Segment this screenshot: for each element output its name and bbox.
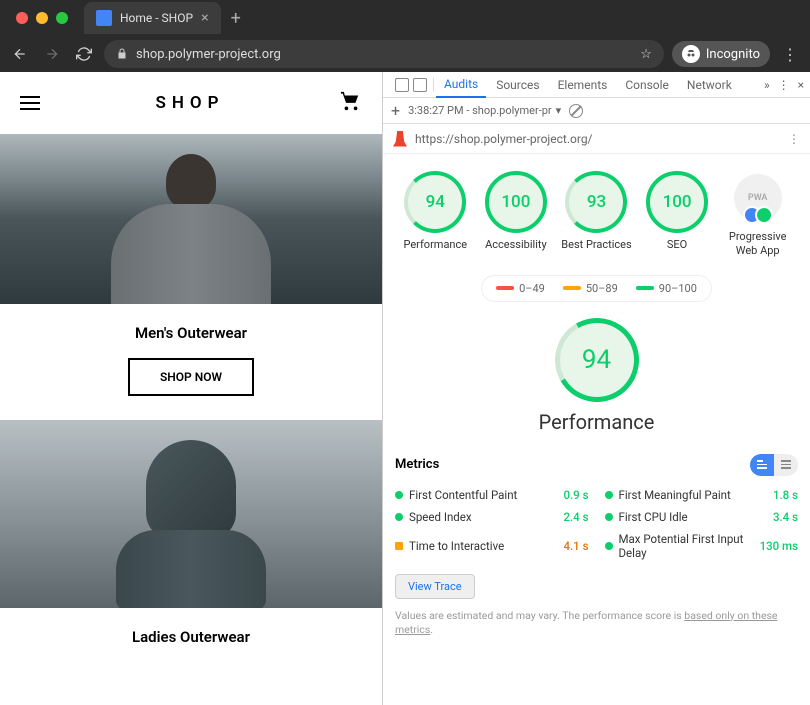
audit-url: https://shop.polymer-project.org/ (415, 132, 593, 146)
metrics-grid: First Contentful Paint0.9 s First Meanin… (395, 488, 798, 560)
category-title-mens: Men's Outerwear (0, 324, 382, 342)
audit-menu-button[interactable]: ⋮ (788, 132, 800, 146)
metric-tti: Time to Interactive4.1 s (395, 532, 589, 560)
lock-icon (116, 48, 128, 60)
score-row: 94 Performance 100 Accessibility 93 Best… (395, 174, 798, 259)
score-circle: 100 (488, 174, 544, 230)
metrics-view-toggle (750, 454, 798, 476)
score-circle: 94 (407, 174, 463, 230)
tab-strip: Home - SHOP × + (0, 0, 810, 36)
window-controls (8, 12, 76, 24)
devtools-tabbar: Audits Sources Elements Console Network … (383, 72, 810, 98)
tab-close-button[interactable]: × (201, 10, 208, 26)
view-toggle-expanded[interactable] (774, 454, 798, 476)
score-circle: 93 (568, 174, 624, 230)
audit-urlbar: https://shop.polymer-project.org/ ⋮ (383, 124, 810, 154)
score-label: Best Practices (556, 238, 637, 252)
cart-button[interactable] (340, 90, 362, 116)
category-title-ladies: Ladies Outerwear (0, 628, 382, 646)
new-audit-button[interactable]: + (391, 101, 400, 120)
forward-button[interactable] (40, 42, 64, 66)
score-best-practices[interactable]: 93 Best Practices (556, 174, 637, 259)
tab-elements[interactable]: Elements (550, 73, 616, 97)
reload-button[interactable] (72, 42, 96, 66)
content-area: SHOP Men's Outerwear SHOP NOW Ladies Out… (0, 72, 810, 705)
address-bar[interactable]: shop.polymer-project.org ☆ (104, 40, 664, 68)
score-seo[interactable]: 100 SEO (637, 174, 718, 259)
incognito-label: Incognito (706, 47, 760, 62)
audit-timestamp: 3:38:27 PM - shop.polymer-pr (408, 104, 552, 117)
shop-logo[interactable]: SHOP (155, 93, 224, 113)
devtools-tab-overflow: » ⋮ × (764, 78, 804, 92)
metric-cpu-idle: First CPU Idle3.4 s (605, 510, 799, 524)
window-minimize-button[interactable] (36, 12, 48, 24)
tab-console[interactable]: Console (617, 73, 677, 97)
hero-image-ladies[interactable] (0, 420, 382, 608)
browser-chrome: Home - SHOP × + shop.polymer-project.org… (0, 0, 810, 72)
score-label: Accessibility (476, 238, 557, 252)
metrics-title: Metrics (395, 457, 439, 472)
score-legend: 0–49 50–89 90–100 (481, 275, 712, 302)
window-close-button[interactable] (16, 12, 28, 24)
chevron-down-icon: ▾ (556, 104, 562, 117)
metric-fcp: First Contentful Paint0.9 s (395, 488, 589, 502)
shop-header: SHOP (0, 72, 382, 134)
hero-image-mens[interactable] (0, 134, 382, 304)
more-tabs-button[interactable]: » (764, 78, 770, 92)
pwa-badge: PWA (734, 174, 782, 222)
metrics-disclaimer: Values are estimated and may vary. The p… (395, 609, 798, 638)
hamburger-menu-button[interactable] (20, 92, 40, 114)
favicon (96, 10, 112, 26)
cart-icon (340, 90, 362, 112)
view-trace-button[interactable]: View Trace (395, 574, 475, 599)
address-url: shop.polymer-project.org (136, 47, 281, 62)
incognito-icon (682, 45, 700, 63)
tab-audits[interactable]: Audits (436, 72, 486, 98)
score-label: Performance (395, 238, 476, 252)
devtools-panel: Audits Sources Elements Console Network … (382, 72, 810, 705)
score-circle: 100 (649, 174, 705, 230)
clear-audits-button[interactable] (569, 104, 583, 118)
browser-toolbar: shop.polymer-project.org ☆ Incognito ⋮ (0, 36, 810, 72)
new-tab-button[interactable]: + (231, 8, 241, 29)
score-pwa[interactable]: PWA Progressive Web App (717, 174, 798, 259)
audit-report[interactable]: 94 Performance 100 Accessibility 93 Best… (383, 154, 810, 705)
lighthouse-icon (393, 131, 407, 147)
score-performance[interactable]: 94 Performance (395, 174, 476, 259)
score-label: SEO (637, 238, 718, 252)
window-maximize-button[interactable] (56, 12, 68, 24)
metric-fmp: First Meaningful Paint1.8 s (605, 488, 799, 502)
devtools-settings-button[interactable]: ⋮ (778, 78, 790, 92)
device-toolbar (389, 78, 434, 92)
legend-item: 50–89 (563, 282, 618, 295)
metric-speed-index: Speed Index2.4 s (395, 510, 589, 524)
view-toggle-compact[interactable] (750, 454, 774, 476)
legend-item: 90–100 (636, 282, 697, 295)
score-label: Progressive Web App (717, 230, 798, 259)
legend-item: 0–49 (496, 282, 545, 295)
browser-menu-button[interactable]: ⋮ (778, 42, 802, 66)
shop-now-button-mens[interactable]: SHOP NOW (128, 358, 254, 396)
devtools-close-button[interactable]: × (798, 78, 804, 92)
performance-section: 94 Performance (395, 322, 798, 434)
audit-report-dropdown[interactable]: 3:38:27 PM - shop.polymer-pr ▾ (408, 104, 561, 117)
tab-title: Home - SHOP (120, 11, 193, 25)
back-button[interactable] (8, 42, 32, 66)
star-icon[interactable]: ☆ (640, 47, 652, 62)
browser-tab[interactable]: Home - SHOP × (84, 2, 221, 34)
shop-page: SHOP Men's Outerwear SHOP NOW Ladies Out… (0, 72, 382, 705)
audits-subbar: + 3:38:27 PM - shop.polymer-pr ▾ (383, 98, 810, 124)
mens-category-block: Men's Outerwear SHOP NOW (0, 304, 382, 420)
tab-network[interactable]: Network (679, 73, 740, 97)
metrics-header: Metrics (395, 454, 798, 476)
performance-big-score: 94 (559, 322, 635, 398)
ladies-category-block: Ladies Outerwear (0, 608, 382, 670)
tab-sources[interactable]: Sources (488, 73, 547, 97)
incognito-badge[interactable]: Incognito (672, 41, 770, 67)
performance-big-label: Performance (395, 410, 798, 434)
inspect-button[interactable] (395, 78, 409, 92)
metric-fid: Max Potential First Input Delay130 ms (605, 532, 799, 560)
score-accessibility[interactable]: 100 Accessibility (476, 174, 557, 259)
device-mode-button[interactable] (413, 78, 427, 92)
